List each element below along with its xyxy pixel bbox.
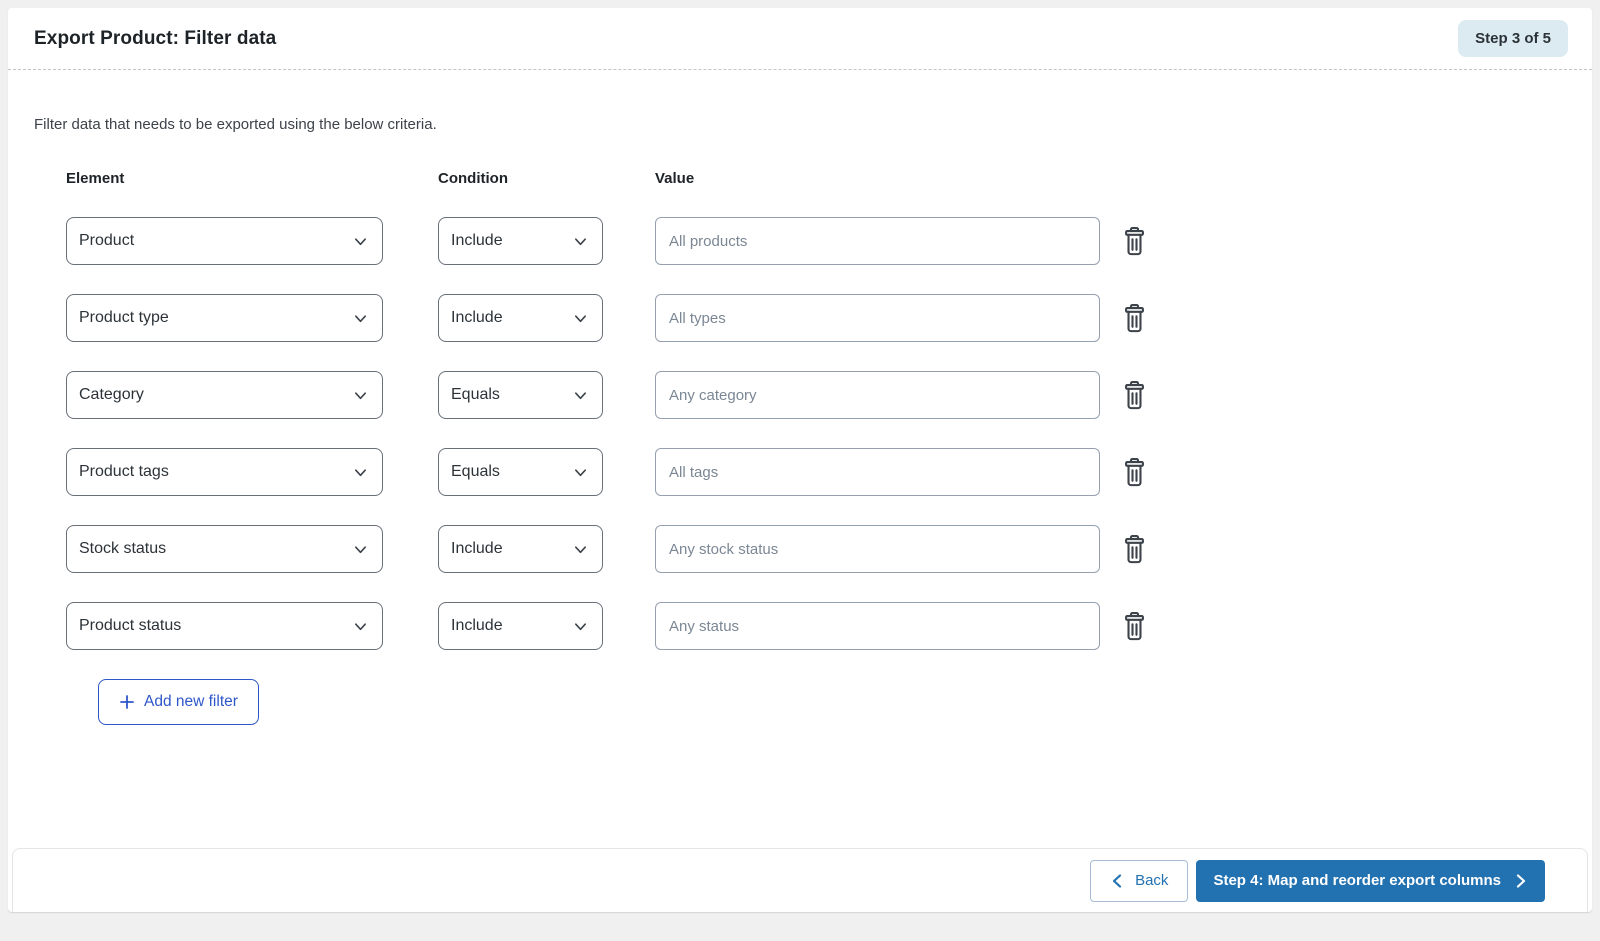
condition-select[interactable]: Include bbox=[438, 294, 603, 342]
next-step-label: Step 4: Map and reorder export columns bbox=[1213, 872, 1501, 889]
element-select-value: Product type bbox=[79, 309, 169, 326]
chevron-down-icon bbox=[353, 542, 368, 557]
delete-filter-button[interactable] bbox=[1118, 300, 1151, 337]
condition-select-value: Equals bbox=[451, 463, 500, 480]
chevron-right-icon bbox=[1516, 873, 1526, 888]
chevron-down-icon bbox=[573, 465, 588, 480]
column-header-condition: Condition bbox=[438, 170, 508, 187]
value-input[interactable] bbox=[655, 525, 1100, 573]
chevron-down-icon bbox=[353, 388, 368, 403]
value-input[interactable] bbox=[655, 602, 1100, 650]
wizard-footer: Back Step 4: Map and reorder export colu… bbox=[12, 848, 1588, 912]
chevron-down-icon bbox=[353, 619, 368, 634]
next-step-button[interactable]: Step 4: Map and reorder export columns bbox=[1196, 859, 1545, 902]
chevron-down-icon bbox=[353, 311, 368, 326]
intro-text: Filter data that needs to be exported us… bbox=[34, 116, 437, 133]
trash-icon bbox=[1125, 611, 1144, 640]
condition-select-value: Include bbox=[451, 309, 503, 326]
element-select-value: Category bbox=[79, 386, 144, 403]
back-button[interactable]: Back bbox=[1090, 859, 1189, 902]
step-badge: Step 3 of 5 bbox=[1458, 20, 1568, 57]
export-wizard-card: Export Product: Filter data Step 3 of 5 … bbox=[8, 8, 1592, 912]
filter-row: Product status Include bbox=[66, 602, 1566, 650]
condition-select[interactable]: Include bbox=[438, 525, 603, 573]
chevron-down-icon bbox=[353, 234, 368, 249]
chevron-down-icon bbox=[573, 542, 588, 557]
wizard-header: Export Product: Filter data Step 3 of 5 bbox=[8, 8, 1592, 70]
chevron-left-icon bbox=[1112, 873, 1122, 888]
column-header-element: Element bbox=[66, 170, 125, 187]
trash-icon bbox=[1125, 226, 1144, 255]
add-new-filter-button[interactable]: Add new filter bbox=[98, 679, 259, 725]
condition-select[interactable]: Equals bbox=[438, 448, 603, 496]
condition-select-value: Equals bbox=[451, 386, 500, 403]
chevron-down-icon bbox=[573, 388, 588, 403]
element-select-value: Product status bbox=[79, 617, 182, 634]
column-header-value: Value bbox=[655, 170, 695, 187]
condition-select[interactable]: Include bbox=[438, 602, 603, 650]
page-title: Export Product: Filter data bbox=[34, 27, 277, 49]
element-select[interactable]: Product status bbox=[66, 602, 383, 650]
column-headers: Element Condition Value bbox=[66, 170, 1566, 187]
filter-row: Product Include bbox=[66, 217, 1566, 265]
trash-icon bbox=[1125, 380, 1144, 409]
chevron-down-icon bbox=[573, 311, 588, 326]
filter-rows: Product Include Product type bbox=[66, 217, 1566, 650]
back-button-label: Back bbox=[1135, 872, 1169, 889]
filter-row: Category Equals bbox=[66, 371, 1566, 419]
delete-filter-button[interactable] bbox=[1118, 454, 1151, 491]
value-input[interactable] bbox=[655, 371, 1100, 419]
element-select[interactable]: Product bbox=[66, 217, 383, 265]
delete-filter-button[interactable] bbox=[1118, 223, 1151, 260]
plus-icon bbox=[120, 695, 134, 709]
condition-select-value: Include bbox=[451, 232, 503, 249]
add-new-filter-label: Add new filter bbox=[144, 693, 238, 710]
chevron-down-icon bbox=[573, 619, 588, 634]
value-input[interactable] bbox=[655, 294, 1100, 342]
trash-icon bbox=[1125, 534, 1144, 563]
element-select[interactable]: Category bbox=[66, 371, 383, 419]
condition-select[interactable]: Include bbox=[438, 217, 603, 265]
delete-filter-button[interactable] bbox=[1118, 377, 1151, 414]
trash-icon bbox=[1125, 457, 1144, 486]
condition-select[interactable]: Equals bbox=[438, 371, 603, 419]
value-input[interactable] bbox=[655, 217, 1100, 265]
element-select[interactable]: Stock status bbox=[66, 525, 383, 573]
chevron-down-icon bbox=[353, 465, 368, 480]
value-input[interactable] bbox=[655, 448, 1100, 496]
filter-row: Stock status Include bbox=[66, 525, 1566, 573]
condition-select-value: Include bbox=[451, 617, 503, 634]
element-select-value: Product bbox=[79, 232, 135, 249]
filter-grid: Element Condition Value Product Include bbox=[66, 170, 1566, 725]
filter-row: Product type Include bbox=[66, 294, 1566, 342]
condition-select-value: Include bbox=[451, 540, 503, 557]
element-select[interactable]: Product tags bbox=[66, 448, 383, 496]
element-select-value: Stock status bbox=[79, 540, 167, 557]
delete-filter-button[interactable] bbox=[1118, 531, 1151, 568]
chevron-down-icon bbox=[573, 234, 588, 249]
delete-filter-button[interactable] bbox=[1118, 608, 1151, 645]
filter-row: Product tags Equals bbox=[66, 448, 1566, 496]
filter-section: Filter data that needs to be exported us… bbox=[8, 70, 1592, 725]
trash-icon bbox=[1125, 303, 1144, 332]
element-select[interactable]: Product type bbox=[66, 294, 383, 342]
element-select-value: Product tags bbox=[79, 463, 169, 480]
